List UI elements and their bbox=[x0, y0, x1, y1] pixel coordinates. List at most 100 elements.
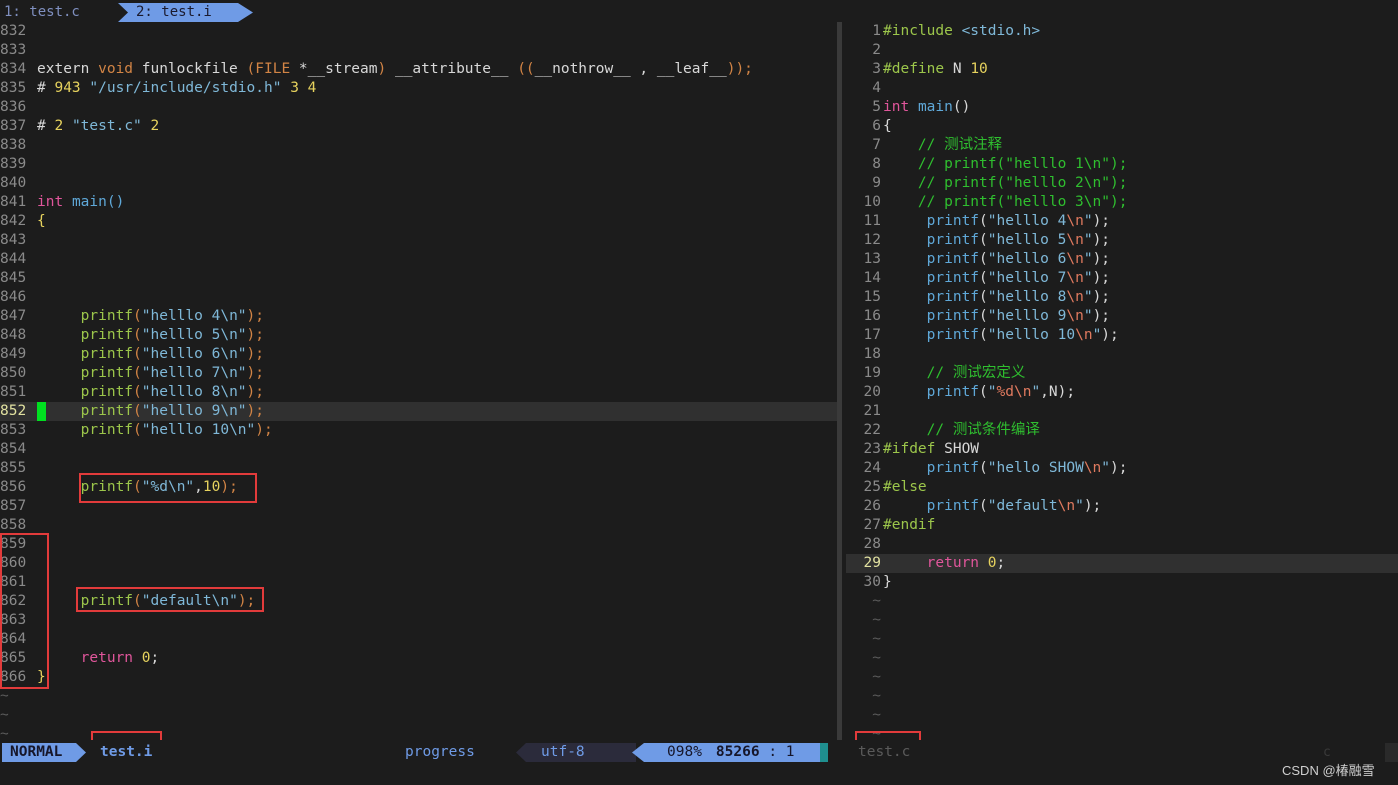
code-line[interactable]: 11 printf("helllo 4\n"); bbox=[846, 212, 1398, 231]
code-line[interactable]: 851 printf("helllo 8\n"); bbox=[0, 383, 840, 402]
empty-line-tilde[interactable]: ~ bbox=[846, 630, 1398, 649]
code-line[interactable]: 864 bbox=[0, 630, 840, 649]
code-line[interactable]: 833 bbox=[0, 41, 840, 60]
code-line[interactable]: 21 bbox=[846, 402, 1398, 421]
code-token: ); bbox=[246, 327, 265, 343]
code-line[interactable]: 10 // printf("helllo 3\n"); bbox=[846, 193, 1398, 212]
code-line[interactable]: 844 bbox=[0, 250, 840, 269]
code-line[interactable]: 9 // printf("helllo 2\n"); bbox=[846, 174, 1398, 193]
code-token: " bbox=[1083, 232, 1093, 248]
code-line[interactable]: 865 return 0; bbox=[0, 649, 840, 668]
empty-line-tilde[interactable]: ~ bbox=[846, 668, 1398, 687]
code-line[interactable]: 4 bbox=[846, 79, 1398, 98]
empty-line-tilde[interactable]: ~ bbox=[0, 687, 840, 706]
code-line[interactable]: 22 // 测试条件编译 bbox=[846, 421, 1398, 440]
line-number: 4 bbox=[872, 80, 881, 96]
code-line[interactable]: 5 int main() bbox=[846, 98, 1398, 117]
code-line[interactable]: 835 # 943 "/usr/include/stdio.h" 3 4 bbox=[0, 79, 840, 98]
command-line[interactable] bbox=[0, 766, 1398, 785]
code-line[interactable]: 847 printf("helllo 4\n"); bbox=[0, 307, 840, 326]
code-line[interactable]: 13 printf("helllo 6\n"); bbox=[846, 250, 1398, 269]
code-line[interactable]: 837 # 2 "test.c" 2 bbox=[0, 117, 840, 136]
code-token: "test.c" bbox=[71, 118, 142, 134]
code-line[interactable]: 852 printf("helllo 9\n"); bbox=[0, 402, 840, 421]
code-line[interactable]: 850 printf("helllo 7\n"); bbox=[0, 364, 840, 383]
code-line[interactable]: 848 printf("helllo 5\n"); bbox=[0, 326, 840, 345]
code-token: \n bbox=[1066, 251, 1084, 267]
code-line[interactable]: 863 bbox=[0, 611, 840, 630]
code-line[interactable]: 846 bbox=[0, 288, 840, 307]
editor-pane-test-c[interactable]: 1 #include <stdio.h> 2 3 #define N 10 4 5 int m… bbox=[846, 22, 1398, 740]
code-line[interactable]: 849 printf("helllo 6\n"); bbox=[0, 345, 840, 364]
code-line[interactable]: 866} bbox=[0, 668, 840, 687]
code-line[interactable]: 27 #endif bbox=[846, 516, 1398, 535]
code-line[interactable]: 30} bbox=[846, 573, 1398, 592]
code-line[interactable]: 841 int main() bbox=[0, 193, 840, 212]
code-line[interactable]: 845 bbox=[0, 269, 840, 288]
code-token: return bbox=[80, 650, 134, 666]
code-token: #endif bbox=[883, 517, 936, 533]
empty-line-tilde[interactable]: ~ bbox=[846, 687, 1398, 706]
code-token: printf bbox=[926, 270, 980, 286]
code-line[interactable]: 26 printf("default\n"); bbox=[846, 497, 1398, 516]
code-line[interactable]: 834 extern void funlockfile (FILE *__stre… bbox=[0, 60, 840, 79]
code-line[interactable]: 28 bbox=[846, 535, 1398, 554]
code-line[interactable]: 24 printf("hello SHOW\n"); bbox=[846, 459, 1398, 478]
empty-line-tilde[interactable]: ~ bbox=[0, 706, 840, 725]
code-line[interactable]: 842 { bbox=[0, 212, 840, 231]
code-line[interactable]: 16 printf("helllo 9\n"); bbox=[846, 307, 1398, 326]
line-number: ~ bbox=[0, 726, 9, 740]
code-line[interactable]: 25 #else bbox=[846, 478, 1398, 497]
code-line[interactable]: 832 bbox=[0, 22, 840, 41]
code-line[interactable]: 6{ bbox=[846, 117, 1398, 136]
code-token: " bbox=[1083, 308, 1093, 324]
code-line[interactable]: 840 bbox=[0, 174, 840, 193]
line-number: 26 bbox=[863, 498, 881, 514]
status-right-filename: test.c bbox=[858, 744, 911, 760]
code-token: 0 bbox=[141, 650, 151, 666]
code-line[interactable]: 859 bbox=[0, 535, 840, 554]
vertical-split-separator[interactable] bbox=[837, 22, 842, 740]
code-line[interactable]: 843 bbox=[0, 231, 840, 250]
code-line[interactable]: 14 printf("helllo 7\n"); bbox=[846, 269, 1398, 288]
code-line[interactable]: 858 bbox=[0, 516, 840, 535]
code-token: main bbox=[917, 99, 953, 115]
line-number: 3 bbox=[872, 61, 881, 77]
code-line[interactable]: 23 #ifdef SHOW bbox=[846, 440, 1398, 459]
code-line[interactable]: 853 printf("helllo 10\n"); bbox=[0, 421, 840, 440]
empty-line-tilde[interactable]: ~ bbox=[846, 611, 1398, 630]
code-line[interactable]: 20 printf("%d\n",N); bbox=[846, 383, 1398, 402]
tab-test-i[interactable]: 2: test.i bbox=[118, 3, 253, 22]
empty-line-tilde[interactable]: ~ bbox=[846, 649, 1398, 668]
code-line[interactable]: 12 printf("helllo 5\n"); bbox=[846, 231, 1398, 250]
line-number: 855 bbox=[0, 460, 27, 476]
code-line[interactable]: 838 bbox=[0, 136, 840, 155]
code-line[interactable]: 854 bbox=[0, 440, 840, 459]
code-token: funlockfile bbox=[133, 61, 247, 77]
code-line[interactable]: 29 return 0; bbox=[846, 554, 1398, 573]
empty-line-tilde[interactable]: ~ bbox=[846, 706, 1398, 725]
code-line[interactable]: 2 bbox=[846, 41, 1398, 60]
line-number: 847 bbox=[0, 308, 27, 324]
tab-test-c[interactable]: 1: test.c bbox=[4, 3, 80, 22]
empty-line-tilde[interactable]: ~ bbox=[846, 725, 1398, 740]
code-line[interactable]: 839 bbox=[0, 155, 840, 174]
code-line[interactable]: 836 bbox=[0, 98, 840, 117]
code-line[interactable]: 3 #define N 10 bbox=[846, 60, 1398, 79]
code-token: "helllo 5 bbox=[987, 232, 1067, 248]
code-token: ); bbox=[1092, 270, 1111, 286]
editor-pane-test-i[interactable]: 832 833 834 extern void funlockfile (FILE *… bbox=[0, 22, 840, 740]
code-line[interactable]: 1 #include <stdio.h> bbox=[846, 22, 1398, 41]
code-line[interactable]: 7 // 测试注释 bbox=[846, 136, 1398, 155]
code-line[interactable]: 15 printf("helllo 8\n"); bbox=[846, 288, 1398, 307]
code-line[interactable]: 8 // printf("helllo 1\n"); bbox=[846, 155, 1398, 174]
mode-indicator: NORMAL bbox=[2, 743, 86, 762]
code-line[interactable]: 17 printf("helllo 10\n"); bbox=[846, 326, 1398, 345]
empty-line-tilde[interactable]: ~ bbox=[846, 592, 1398, 611]
code-line[interactable]: 18 bbox=[846, 345, 1398, 364]
code-line[interactable]: 860 bbox=[0, 554, 840, 573]
line-number: 13 bbox=[863, 251, 881, 267]
code-line[interactable]: 19 // 测试宏定义 bbox=[846, 364, 1398, 383]
code-token: ) bbox=[377, 61, 387, 77]
